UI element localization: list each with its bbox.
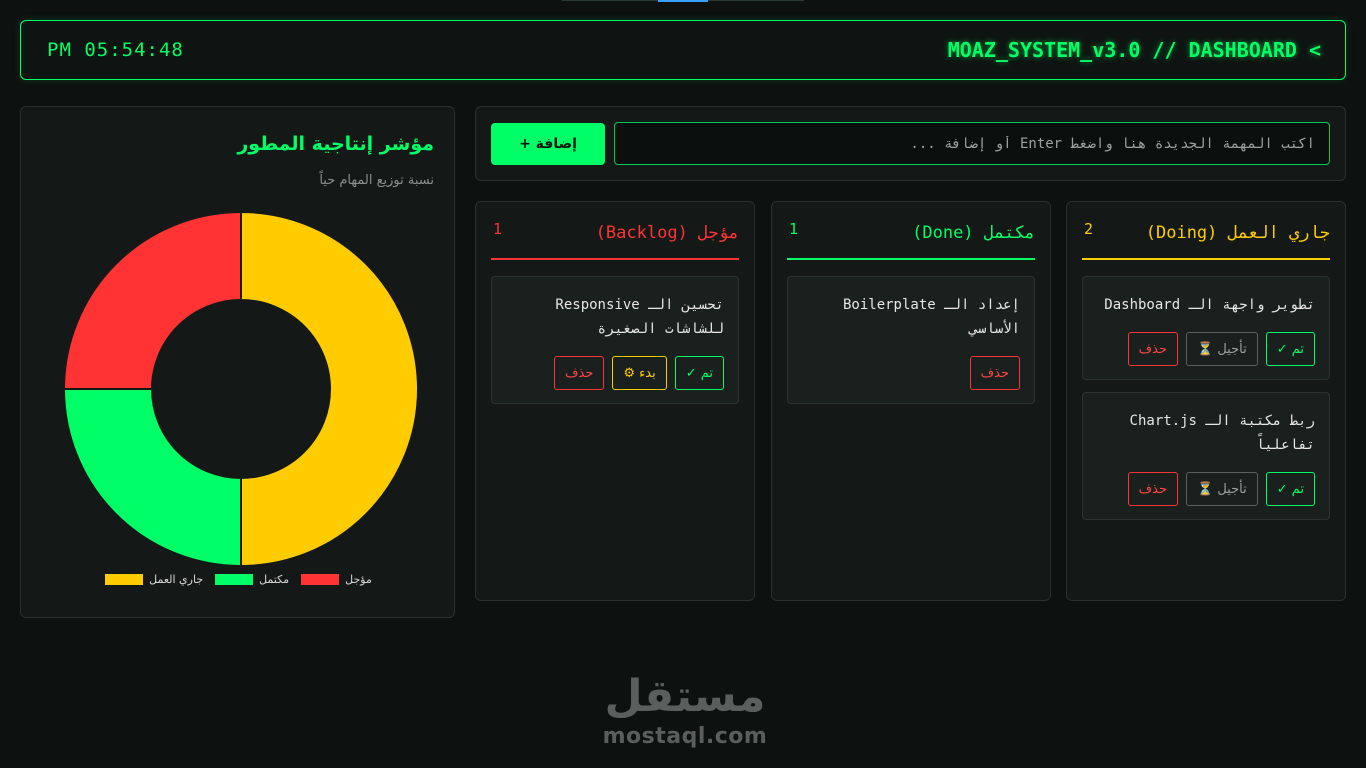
legend-label: جاري العمل: [149, 573, 204, 586]
legend-item[interactable]: مؤجل: [301, 573, 372, 586]
column-title: جاري العمل (Doing): [1145, 223, 1330, 243]
legend-label: مكتمل: [259, 573, 290, 586]
mark-done-button[interactable]: تم ✓: [1265, 472, 1315, 506]
task-card[interactable]: تطوير واجهة الـ Dashboard تم ✓ تأجيل ⏳ حذف: [1082, 276, 1330, 380]
chart-panel-title: مؤشر إنتاجية المطور: [237, 133, 434, 155]
watermark-latin: mostaql.com: [602, 724, 768, 749]
chart-legend: مؤجل مكتمل جاري العمل: [21, 573, 456, 586]
donut-slice-2[interactable]: [63, 211, 242, 390]
watermark-arabic: مستقل: [604, 671, 766, 722]
column-count: 2: [1084, 220, 1094, 238]
app-title: MOAZ_SYSTEM_v3.0 // DASHBOARD <: [947, 38, 1321, 62]
task-actions: تم ✓ تأجيل ⏳ حذف: [1127, 472, 1315, 506]
task-text: تحسين الـ Responsive للشاشات الصغيرة: [555, 297, 724, 337]
delete-button[interactable]: حذف: [1127, 472, 1178, 506]
legend-swatch: [215, 574, 254, 585]
kanban-column: جاري العمل (Doing) 2 تطوير واجهة الـ Das…: [1066, 201, 1346, 601]
legend-item[interactable]: جاري العمل: [105, 573, 203, 586]
donut-slice-1[interactable]: [63, 388, 242, 567]
task-card[interactable]: تحسين الـ Responsive للشاشات الصغيرة تم ✓…: [491, 276, 739, 404]
column-header: مكتمل (Done) 1: [787, 202, 1035, 261]
top-progress-segment: [658, 0, 708, 2]
kanban-column: مؤجل (Backlog) 1 تحسين الـ Responsive لل…: [475, 201, 755, 601]
postpone-button[interactable]: تأجيل ⏳: [1186, 472, 1258, 506]
column-header: جاري العمل (Doing) 2: [1082, 202, 1330, 261]
column-title: مكتمل (Done): [912, 223, 1035, 243]
column-divider: [491, 258, 739, 260]
task-actions: تم ✓ بدء ⚙ حذف: [554, 356, 724, 390]
header-clock: PM 05:54:48: [47, 39, 184, 61]
task-text: إعداد الـ Boilerplate الأساسي: [842, 297, 1020, 337]
task-actions: تم ✓ تأجيل ⏳ حذف: [1127, 332, 1315, 366]
mark-done-button[interactable]: تم ✓: [1265, 332, 1315, 366]
legend-swatch: [105, 574, 144, 585]
mark-done-button[interactable]: تم ✓: [674, 356, 724, 390]
column-title: مؤجل (Backlog): [595, 223, 739, 243]
delete-button[interactable]: حذف: [969, 356, 1020, 390]
productivity-chart-panel: مؤشر إنتاجية المطور نسبة توزيع المهام حي…: [20, 106, 455, 618]
column-divider: [1082, 258, 1330, 260]
column-count: 1: [789, 220, 799, 238]
add-task-button[interactable]: إضافة +: [491, 123, 605, 165]
delete-button[interactable]: حذف: [554, 356, 605, 390]
postpone-button[interactable]: تأجيل ⏳: [1186, 332, 1258, 366]
donut-chart[interactable]: [63, 211, 419, 567]
column-header: مؤجل (Backlog) 1: [491, 202, 739, 261]
column-divider: [787, 258, 1035, 260]
task-card[interactable]: ربط مكتبة الـ Chart.js تفاعلياً تم ✓ تأجيل…: [1082, 392, 1330, 520]
chart-panel-subtitle: نسبة توزيع المهام حياً: [319, 173, 434, 188]
start-button[interactable]: بدء ⚙: [612, 356, 667, 390]
donut-slice-0[interactable]: [240, 211, 419, 567]
legend-item[interactable]: مكتمل: [215, 573, 289, 586]
kanban-column: مكتمل (Done) 1 إعداد الـ Boilerplate الأ…: [771, 201, 1051, 601]
top-progress-line: [562, 0, 804, 2]
app-header: PM 05:54:48 MOAZ_SYSTEM_v3.0 // DASHBOAR…: [20, 20, 1346, 80]
add-task-bar: إضافة +: [475, 106, 1346, 181]
task-actions: حذف: [969, 356, 1020, 390]
task-text: تطوير واجهة الـ Dashboard: [1104, 297, 1315, 313]
task-card[interactable]: إعداد الـ Boilerplate الأساسي حذف: [787, 276, 1035, 404]
task-text: ربط مكتبة الـ Chart.js تفاعلياً: [1129, 413, 1315, 453]
watermark: مستقل mostaql.com: [600, 670, 770, 750]
column-count: 1: [493, 220, 503, 238]
legend-label: مؤجل: [345, 573, 372, 586]
delete-button[interactable]: حذف: [1127, 332, 1178, 366]
new-task-input[interactable]: [614, 122, 1330, 165]
legend-swatch: [301, 574, 340, 585]
